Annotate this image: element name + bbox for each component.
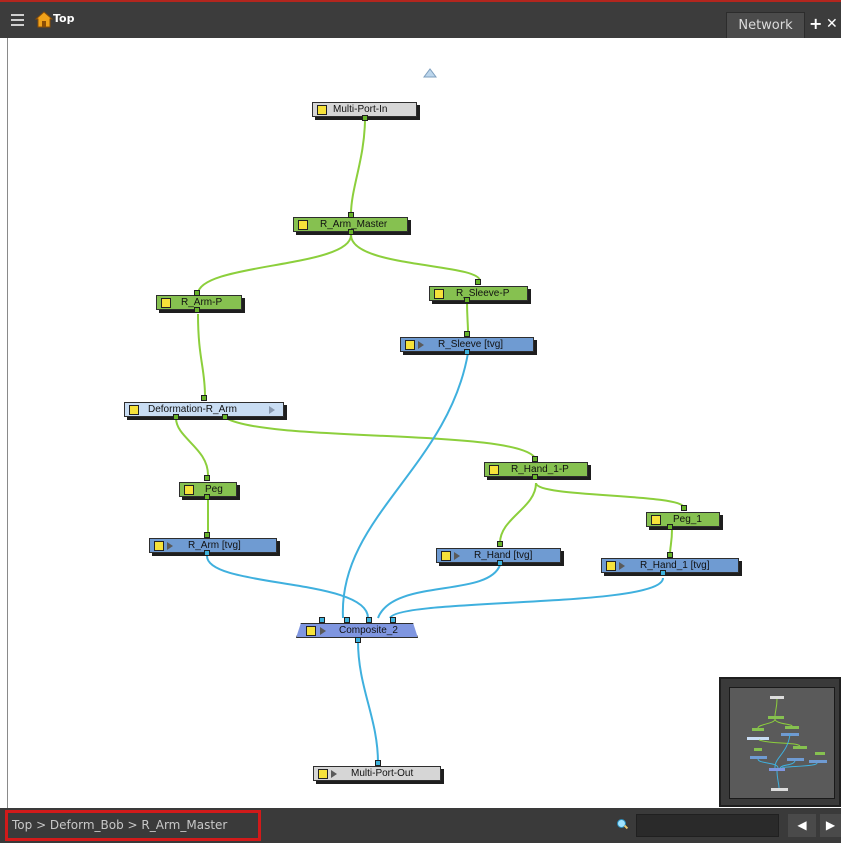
node-label: R_Arm-P bbox=[181, 297, 223, 308]
input-port[interactable] bbox=[497, 541, 503, 547]
node-composite-2[interactable]: Composite_2 bbox=[296, 623, 418, 638]
input-port[interactable] bbox=[194, 290, 200, 296]
output-port[interactable] bbox=[348, 229, 354, 235]
bottom-statusbar: Top > Deform_Bob > R_Arm_Master ◀ ▶ bbox=[0, 808, 841, 843]
top-toolbar: Top Network + ✕ bbox=[0, 0, 841, 40]
play-icon bbox=[167, 542, 173, 550]
node-label: Multi-Port-In bbox=[333, 104, 388, 115]
input-port[interactable] bbox=[348, 212, 354, 218]
node-label: Peg_1 bbox=[673, 514, 702, 525]
input-port[interactable] bbox=[201, 395, 207, 401]
node-peg-1[interactable]: Peg_1 bbox=[646, 512, 720, 527]
node-label: R_Hand [tvg] bbox=[474, 550, 533, 561]
node-multi-port-out[interactable]: Multi-Port-Out bbox=[313, 766, 441, 781]
node-color-swatch bbox=[606, 561, 616, 571]
input-port[interactable] bbox=[204, 532, 210, 538]
node-label: Composite_2 bbox=[339, 625, 398, 636]
output-port[interactable] bbox=[667, 524, 673, 530]
navigator-thumbnail[interactable] bbox=[719, 677, 841, 807]
navigator-preview bbox=[747, 696, 827, 791]
input-port[interactable] bbox=[344, 617, 350, 623]
output-port[interactable] bbox=[464, 349, 470, 355]
node-label: R_Hand_1 [tvg] bbox=[640, 560, 710, 571]
add-icon[interactable]: + bbox=[809, 14, 822, 34]
play-icon bbox=[418, 341, 424, 349]
node-deformation-r-arm[interactable]: Deformation-R_Arm bbox=[124, 402, 284, 417]
node-color-swatch bbox=[489, 465, 499, 475]
input-port[interactable] bbox=[390, 617, 396, 623]
menu-icon[interactable] bbox=[11, 14, 24, 29]
output-port[interactable] bbox=[204, 494, 210, 500]
input-port[interactable] bbox=[375, 760, 381, 766]
arrow-up-icon bbox=[423, 68, 437, 78]
node-color-swatch bbox=[405, 340, 415, 350]
output-port[interactable] bbox=[204, 550, 210, 556]
node-label: R_Hand_1-P bbox=[511, 464, 569, 475]
node-r-sleeve-p[interactable]: R_Sleeve-P bbox=[429, 286, 528, 301]
input-port[interactable] bbox=[681, 505, 687, 511]
output-port[interactable] bbox=[362, 115, 368, 121]
next-icon[interactable]: ▶ bbox=[820, 814, 841, 837]
node-view[interactable]: Multi-Port-In R_Arm_Master R_Arm-P R_Sle… bbox=[7, 38, 841, 808]
output-port[interactable] bbox=[660, 570, 666, 576]
prev-icon[interactable]: ◀ bbox=[788, 814, 816, 837]
node-color-swatch bbox=[154, 541, 164, 551]
node-color-swatch bbox=[161, 298, 171, 308]
input-port[interactable] bbox=[464, 331, 470, 337]
node-color-swatch bbox=[651, 515, 661, 525]
input-port[interactable] bbox=[366, 617, 372, 623]
output-port[interactable] bbox=[464, 297, 470, 303]
expand-icon[interactable] bbox=[269, 406, 275, 414]
input-port[interactable] bbox=[532, 456, 538, 462]
node-color-swatch bbox=[318, 769, 328, 779]
node-color-swatch bbox=[129, 405, 139, 415]
input-port[interactable] bbox=[204, 475, 210, 481]
node-label: Multi-Port-Out bbox=[351, 768, 414, 779]
node-color-swatch bbox=[306, 626, 316, 636]
play-icon bbox=[320, 627, 326, 635]
input-port[interactable] bbox=[475, 279, 481, 285]
output-port[interactable] bbox=[497, 560, 503, 566]
node-r-hand-1-tvg[interactable]: R_Hand_1 [tvg] bbox=[601, 558, 739, 573]
play-icon bbox=[454, 552, 460, 560]
node-color-swatch bbox=[434, 289, 444, 299]
output-port[interactable] bbox=[173, 414, 179, 420]
close-icon[interactable]: ✕ bbox=[826, 14, 838, 34]
home-icon[interactable] bbox=[35, 11, 53, 29]
node-r-arm-tvg[interactable]: R_Arm [tvg] bbox=[149, 538, 277, 553]
output-port[interactable] bbox=[355, 637, 361, 643]
navigator-viewport[interactable] bbox=[729, 687, 835, 799]
input-port[interactable] bbox=[319, 617, 325, 623]
breadcrumb[interactable]: Top > Deform_Bob > R_Arm_Master bbox=[5, 810, 261, 841]
node-color-swatch bbox=[317, 105, 327, 115]
play-icon bbox=[331, 770, 337, 778]
search-icon bbox=[617, 819, 626, 828]
node-color-swatch bbox=[441, 551, 451, 561]
node-label: R_Sleeve [tvg] bbox=[438, 339, 504, 350]
node-color-swatch bbox=[298, 220, 308, 230]
tab-network[interactable]: Network bbox=[726, 12, 805, 40]
node-label: R_Arm [tvg] bbox=[188, 540, 241, 551]
node-color-swatch bbox=[184, 485, 194, 495]
output-port[interactable] bbox=[194, 307, 200, 313]
output-port[interactable] bbox=[532, 474, 538, 480]
play-icon bbox=[619, 562, 625, 570]
network-path-title: Top bbox=[53, 12, 75, 25]
connection-wires bbox=[175, 68, 685, 764]
output-port[interactable] bbox=[222, 414, 228, 420]
search-input[interactable] bbox=[636, 814, 779, 837]
input-port[interactable] bbox=[667, 552, 673, 558]
